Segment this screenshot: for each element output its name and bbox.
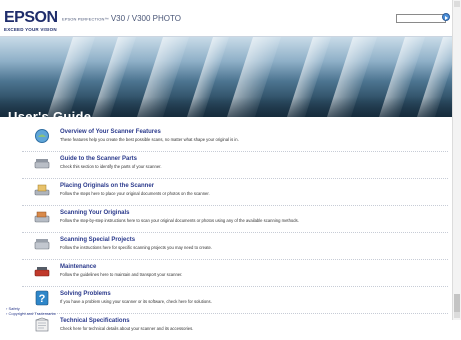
item-title[interactable]: Technical Specifications <box>60 318 130 324</box>
scroll-up-icon[interactable] <box>454 1 460 7</box>
maintenance-icon <box>34 267 50 277</box>
banner: User's Guide <box>0 37 452 117</box>
item-desc: If you have a problem using your scanner… <box>60 299 212 304</box>
list-item[interactable]: Scanning Your Originals Follow the step-… <box>22 205 448 232</box>
item-title[interactable]: Overview of Your Scanner Features <box>60 129 161 135</box>
product-prefix: EPSON PERFECTION <box>62 16 105 22</box>
product-name: V30 / V300 PHOTO <box>110 14 181 23</box>
item-desc: Follow the step-by-step instructions her… <box>60 218 299 223</box>
svg-text:?: ? <box>39 293 46 305</box>
item-title[interactable]: Guide to the Scanner Parts <box>60 156 137 162</box>
list-item[interactable]: Placing Originals on the Scanner Follow … <box>22 178 448 205</box>
technical-specs-icon <box>35 317 49 332</box>
item-desc: Check this section to identify the parts… <box>60 164 162 169</box>
scanning-icon <box>34 211 50 223</box>
item-title[interactable]: Scanning Special Projects <box>60 237 135 243</box>
solving-problems-icon: ? <box>35 290 49 306</box>
item-title[interactable]: Maintenance <box>60 264 96 270</box>
product-title: EPSON PERFECTION™ V30 / V300 PHOTO <box>62 14 181 23</box>
header-bar: EPSON EXCEED YOUR VISION EPSON PERFECTIO… <box>0 0 452 37</box>
search-input[interactable] <box>396 14 446 23</box>
copyright-link[interactable]: Copyright and Trademarks <box>8 311 55 316</box>
contents-list: Overview of Your Scanner Features These … <box>22 125 448 340</box>
list-item[interactable]: Scanning Special Projects Follow the ins… <box>22 232 448 259</box>
tagline: EXCEED YOUR VISION <box>4 27 57 32</box>
vertical-scrollbar[interactable] <box>452 0 461 320</box>
item-title[interactable]: Scanning Your Originals <box>60 210 129 216</box>
scroll-down-icon[interactable] <box>454 312 460 318</box>
epson-logo[interactable]: EPSON <box>4 10 58 26</box>
page-title: User's Guide <box>8 109 92 117</box>
scanner-parts-icon <box>34 159 50 169</box>
item-title[interactable]: Solving Problems <box>60 291 111 297</box>
list-item[interactable]: Maintenance Follow the guidelines here t… <box>22 259 448 286</box>
item-desc: Follow the steps here to place your orig… <box>60 191 210 196</box>
item-desc: Follow the guidelines here to maintain a… <box>60 272 183 277</box>
item-desc: Check here for technical details about y… <box>60 326 194 331</box>
placing-originals-icon <box>34 184 50 196</box>
footer-links: › Safety › Copyright and Trademarks <box>6 306 56 316</box>
item-desc: These features help you create the best … <box>60 137 239 142</box>
photo-features-icon <box>35 129 49 143</box>
item-title[interactable]: Placing Originals on the Scanner <box>60 183 154 189</box>
list-item[interactable]: Guide to the Scanner Parts Check this se… <box>22 151 448 178</box>
item-desc: Follow the instructions here for specifi… <box>60 245 212 250</box>
search-go-icon[interactable] <box>442 13 450 21</box>
list-item[interactable]: Overview of Your Scanner Features These … <box>22 125 448 151</box>
list-item[interactable]: Technical Specifications Check here for … <box>22 313 448 340</box>
list-item[interactable]: ? Solving Problems If you have a problem… <box>22 286 448 313</box>
special-projects-icon <box>34 239 50 250</box>
page: EPSON EXCEED YOUR VISION EPSON PERFECTIO… <box>0 0 452 332</box>
